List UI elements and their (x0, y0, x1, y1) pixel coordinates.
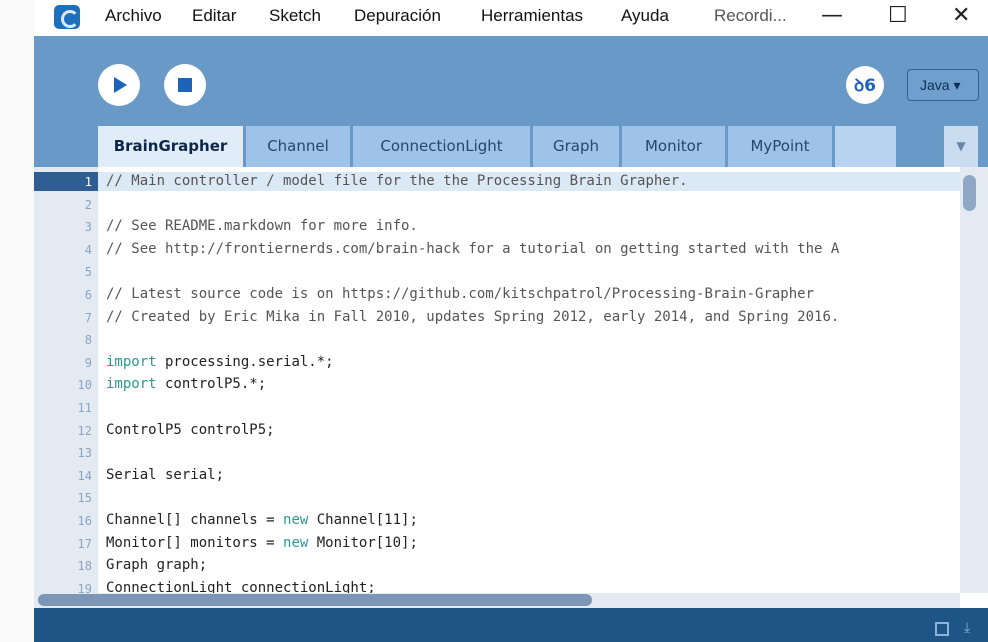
line-number: 3 (84, 220, 92, 235)
tab-channel[interactable]: Channel (246, 126, 350, 167)
line-number: 13 (77, 446, 92, 461)
code-line[interactable]: Graph graph; (106, 557, 207, 573)
tab-strip: BrainGrapher Channel ConnectionLight Gra… (34, 126, 988, 167)
desktop-edge (0, 0, 34, 642)
menu-herramientas[interactable]: Herramientas (481, 6, 583, 26)
vertical-scrollbar-track[interactable] (960, 167, 988, 593)
vertical-scrollbar-thumb[interactable] (963, 175, 976, 211)
tab-braingrapher[interactable]: BrainGrapher (98, 126, 243, 167)
run-button[interactable] (98, 64, 140, 106)
debug-button[interactable]: ꝺ6 (846, 66, 884, 104)
line-number: 17 (77, 536, 92, 551)
code-line[interactable]: // Main controller / model file for the … (106, 173, 688, 189)
code-line[interactable]: Serial serial; (106, 467, 224, 483)
code-line[interactable]: import processing.serial.*; (106, 354, 334, 370)
menu-editar[interactable]: Editar (192, 6, 236, 26)
menu-recording[interactable]: Recordi... (714, 6, 787, 26)
line-number: 10 (77, 378, 92, 393)
menu-archivo[interactable]: Archivo (105, 6, 162, 26)
line-number: 1 (84, 175, 92, 189)
code-line[interactable]: // See http://frontiernerds.com/brain-ha… (106, 241, 839, 257)
processing-ide-window: Archivo Editar Sketch Depuración Herrami… (0, 0, 988, 642)
horizontal-scrollbar-thumb[interactable] (38, 594, 592, 606)
code-line[interactable]: ControlP5 controlP5; (106, 422, 275, 438)
line-number: 2 (84, 197, 92, 212)
code-line[interactable]: Channel[] channels = new Channel[11]; (106, 512, 418, 528)
tab-menu-icon[interactable]: ▼ (944, 126, 978, 167)
console-icon[interactable] (935, 622, 949, 636)
menu-bar: Archivo Editar Sketch Depuración Herrami… (34, 0, 988, 36)
menu-ayuda[interactable]: Ayuda (621, 6, 669, 26)
line-number: 15 (77, 491, 92, 506)
debug-icon: ꝺ6 (853, 76, 876, 96)
line-number: 18 (77, 559, 92, 574)
stop-button[interactable] (164, 64, 206, 106)
line-number: 14 (77, 468, 92, 483)
menu-depuracion[interactable]: Depuración (354, 6, 441, 26)
menu-sketch[interactable]: Sketch (269, 6, 321, 26)
tab-unnamed[interactable] (835, 126, 896, 167)
processing-app-icon[interactable] (54, 5, 80, 29)
close-icon[interactable]: ✕ (952, 3, 970, 28)
mode-selector[interactable]: Java ▾ (907, 69, 979, 101)
errors-icon[interactable]: ⤓ (964, 620, 982, 640)
tab-connectionlight[interactable]: ConnectionLight (353, 126, 530, 167)
line-number: 9 (84, 355, 92, 370)
code-line[interactable]: // Latest source code is on https://gith… (106, 286, 814, 302)
line-number: 11 (77, 401, 92, 415)
minimize-icon[interactable]: — (821, 3, 843, 28)
line-number: 16 (77, 514, 92, 528)
maximize-icon[interactable]: ☐ (888, 3, 908, 28)
tab-mypoint[interactable]: MyPoint (728, 126, 832, 167)
code-line[interactable]: Monitor[] monitors = new Monitor[10]; (106, 535, 418, 551)
footer-bar (34, 608, 988, 642)
tab-graph[interactable]: Graph (533, 126, 619, 167)
stop-icon (178, 78, 192, 92)
line-number: 6 (84, 288, 92, 302)
line-number: 7 (84, 310, 92, 325)
play-icon (114, 77, 127, 93)
line-number: 5 (84, 265, 92, 280)
code-line[interactable]: import controlP5.*; (106, 376, 266, 392)
code-line[interactable]: // See README.markdown for more info. (106, 218, 418, 234)
code-line[interactable]: // Created by Eric Mika in Fall 2010, up… (106, 309, 839, 325)
tab-monitor[interactable]: Monitor (622, 126, 725, 167)
line-number: 12 (77, 423, 92, 438)
line-number: 4 (84, 242, 92, 257)
toolbar: ꝺ6 Java ▾ (34, 36, 988, 126)
line-number: 8 (84, 333, 92, 348)
